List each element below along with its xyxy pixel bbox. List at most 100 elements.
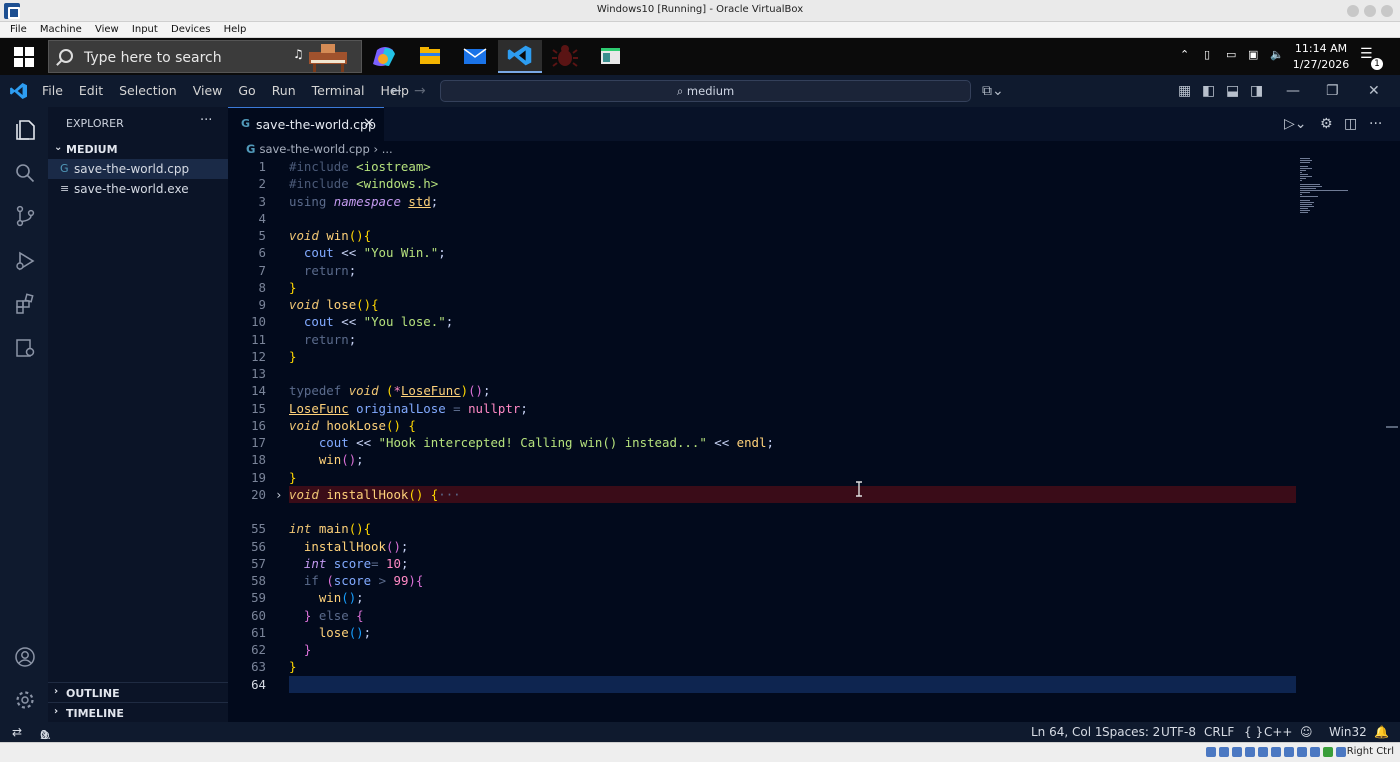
- vscode-icon[interactable]: [498, 40, 542, 73]
- menu-file[interactable]: File: [42, 75, 63, 107]
- recording-icon[interactable]: [1310, 747, 1320, 757]
- menu-terminal[interactable]: Terminal: [312, 75, 365, 107]
- cpu-icon[interactable]: [1323, 747, 1333, 757]
- taskbar-search-box[interactable]: Type here to search ♫: [48, 40, 362, 73]
- notifications-bell-icon[interactable]: 🔔: [1374, 725, 1389, 739]
- minimize-button[interactable]: [1347, 5, 1359, 17]
- settings-gear-icon[interactable]: ⚙: [1320, 116, 1333, 132]
- minimap[interactable]: [1300, 158, 1370, 218]
- braces-icon: { }: [1244, 725, 1264, 739]
- line-number: 55: [251, 521, 266, 537]
- end-of-line[interactable]: CRLF: [1204, 725, 1234, 739]
- accounts-icon[interactable]: [14, 646, 36, 668]
- folder-name: MEDIUM: [66, 143, 118, 156]
- file-explorer-icon[interactable]: [408, 40, 452, 73]
- clock-date: 1/27/2026: [1292, 58, 1350, 71]
- customize-layout-icon[interactable]: ▦: [1178, 83, 1191, 99]
- fold-chevron-right-icon[interactable]: ›: [275, 486, 282, 503]
- more-actions-icon[interactable]: ···: [1369, 116, 1382, 132]
- shared-folders-icon[interactable]: [1284, 747, 1294, 757]
- code-text: void hookLose() {: [289, 417, 416, 433]
- line-number: 12: [251, 348, 266, 364]
- split-editor-icon[interactable]: ◫: [1344, 116, 1357, 132]
- vbox-menu-devices[interactable]: Devices: [171, 22, 210, 38]
- window-minimize-icon[interactable]: —: [1286, 83, 1300, 99]
- code-line: 10 cout << "You lose.";: [228, 313, 1308, 330]
- menu-edit[interactable]: Edit: [79, 75, 103, 107]
- toggle-primary-sidebar-icon[interactable]: ◧: [1202, 83, 1215, 99]
- extensions-icon[interactable]: [14, 293, 36, 315]
- cpp-file-icon: G: [60, 162, 69, 175]
- indentation[interactable]: Spaces: 2: [1102, 725, 1160, 739]
- hard-disk-icon[interactable]: [1206, 747, 1216, 757]
- clock-time: 11:14 AM: [1294, 42, 1348, 55]
- line-number: 10: [251, 314, 266, 330]
- toggle-panel-icon[interactable]: ⬓: [1226, 83, 1239, 99]
- maximize-button[interactable]: [1364, 5, 1376, 17]
- mail-icon[interactable]: [453, 40, 497, 73]
- menu-run[interactable]: Run: [272, 75, 296, 107]
- code-text: int main(){: [289, 521, 372, 537]
- line-number: 16: [251, 417, 266, 433]
- remote-indicator-icon[interactable]: ⇄: [12, 725, 22, 739]
- encoding[interactable]: UTF-8: [1161, 725, 1196, 739]
- cursor-position[interactable]: Ln 64, Col 1: [1031, 725, 1103, 739]
- file-item-exe[interactable]: ≡ save-the-world.exe: [48, 179, 228, 199]
- menu-selection[interactable]: Selection: [119, 75, 177, 107]
- folder-section-medium[interactable]: ⌄ MEDIUM: [48, 139, 228, 159]
- manage-gear-icon[interactable]: [14, 689, 36, 711]
- code-text: win();: [318, 452, 364, 468]
- vbox-menu-machine[interactable]: Machine: [40, 22, 82, 38]
- menu-go[interactable]: Go: [238, 75, 255, 107]
- close-button[interactable]: [1381, 5, 1393, 17]
- remote-settings-icon[interactable]: [14, 337, 36, 359]
- tab-save-the-world-cpp[interactable]: G save-the-world.cpp ×: [228, 107, 384, 141]
- run-file-icon[interactable]: ▷⌄: [1284, 116, 1307, 132]
- vbox-menu-input[interactable]: Input: [132, 22, 158, 38]
- code-text: installHook();: [303, 538, 409, 554]
- vbox-menu-view[interactable]: View: [95, 22, 119, 38]
- source-control-icon[interactable]: [14, 205, 36, 227]
- line-number: 9: [258, 297, 266, 312]
- platform-config[interactable]: Win32: [1329, 725, 1367, 739]
- line-number: 18: [251, 452, 266, 468]
- more-actions-icon[interactable]: ···: [200, 113, 212, 128]
- virtualbox-titlebar: Windows10 [Running] - Oracle VirtualBox: [0, 0, 1400, 22]
- language-mode[interactable]: C++: [1264, 725, 1293, 739]
- usb-icon[interactable]: [1271, 747, 1281, 757]
- window-restore-icon[interactable]: ❐: [1326, 83, 1339, 99]
- taskbar-clock[interactable]: 11:14 AM 1/27/2026: [1286, 41, 1356, 73]
- optical-drive-icon[interactable]: [1219, 747, 1229, 757]
- windows-start-icon[interactable]: [14, 47, 34, 67]
- vscode-logo-icon: [10, 83, 27, 99]
- network-adapter-icon[interactable]: [1258, 747, 1268, 757]
- search-icon[interactable]: [14, 162, 36, 184]
- run-debug-icon[interactable]: [14, 250, 36, 272]
- close-tab-icon[interactable]: ×: [363, 115, 375, 131]
- file-item-cpp[interactable]: G save-the-world.cpp: [48, 159, 228, 179]
- vbox-menu-help[interactable]: Help: [224, 22, 247, 38]
- toggle-secondary-sidebar-icon[interactable]: ◨: [1250, 83, 1263, 99]
- vbox-menu-file[interactable]: File: [10, 22, 27, 38]
- app-window-icon[interactable]: [588, 40, 632, 73]
- display-icon[interactable]: [1297, 747, 1307, 757]
- editor-scrollbar[interactable]: [1386, 158, 1398, 718]
- copilot-status-icon[interactable]: ☺: [1300, 725, 1313, 739]
- mouse-integration-icon[interactable]: [1336, 747, 1346, 757]
- floppy-icon[interactable]: [1232, 747, 1242, 757]
- code-line: 7 return;: [228, 262, 1308, 279]
- audio-icon[interactable]: [1245, 747, 1255, 757]
- command-center-search[interactable]: ⌕ medium: [440, 80, 971, 102]
- copilot-chat-icon[interactable]: ⧉⌄: [982, 83, 1004, 99]
- explorer-files-icon[interactable]: [14, 119, 36, 141]
- breadcrumb-file[interactable]: save-the-world.cpp: [259, 142, 369, 156]
- menu-view[interactable]: View: [193, 75, 223, 107]
- copilot-icon[interactable]: [363, 40, 407, 73]
- back-arrow-icon[interactable]: ←: [390, 83, 402, 99]
- window-close-icon[interactable]: ✕: [1368, 83, 1380, 99]
- outline-section[interactable]: › OUTLINE: [48, 682, 228, 702]
- breadcrumb-rest[interactable]: ...: [382, 142, 393, 156]
- timeline-section[interactable]: › TIMELINE: [48, 702, 228, 722]
- forward-arrow-icon[interactable]: →: [414, 83, 426, 99]
- bug-icon[interactable]: [543, 40, 587, 73]
